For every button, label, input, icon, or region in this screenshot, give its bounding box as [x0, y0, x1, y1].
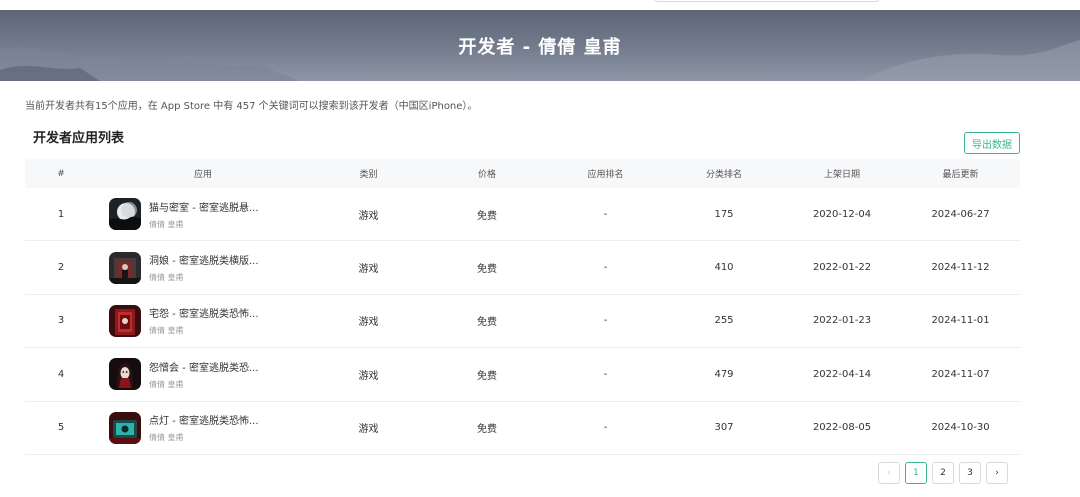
top-bar — [0, 0, 1080, 10]
row-category: 游戏 — [358, 370, 379, 382]
row-category: 游戏 — [358, 317, 379, 329]
prev-page-button[interactable]: ‹ — [878, 462, 900, 484]
pagination: ‹ 1 2 3 › — [878, 462, 1008, 484]
app-cell[interactable]: 宅怨 - 密室逃脱类恐怖... 倩倩 皇甫 — [97, 304, 309, 337]
row-app-rank: - — [603, 422, 608, 434]
column-header-category-rank[interactable]: 分类排名 — [665, 167, 783, 180]
row-index: 5 — [57, 422, 65, 434]
ghost-girl-icon[interactable] — [109, 358, 141, 391]
row-category: 游戏 — [358, 424, 379, 436]
green-lamp-icon[interactable] — [109, 411, 141, 444]
app-developer: 倩倩 皇甫 — [149, 219, 184, 229]
table-header: # 应用 类别 价格 应用排名 分类排名 上架日期 最后更新 — [25, 159, 1020, 188]
row-app-rank: - — [603, 368, 608, 380]
app-cell[interactable]: 怨憎会 - 密室逃脱类恐... 倩倩 皇甫 — [97, 358, 309, 391]
app-cell[interactable]: 猫与密室 - 密室逃脱悬... 倩倩 皇甫 — [97, 198, 309, 231]
page-button-1[interactable]: 1 — [905, 462, 927, 484]
row-release-date: 2022-01-23 — [812, 315, 872, 327]
row-release-date: 2020-12-04 — [812, 208, 872, 220]
row-index: 3 — [57, 315, 65, 327]
column-header-release-date[interactable]: 上架日期 — [783, 167, 901, 180]
row-app-rank: - — [603, 262, 608, 274]
row-category: 游戏 — [358, 210, 379, 222]
row-index: 1 — [57, 208, 65, 220]
table-row[interactable]: 4 怨憎会 - 密室逃脱类恐... 倩倩 皇甫 游戏 免费 - 479 2022… — [25, 348, 1020, 402]
export-data-button[interactable]: 导出数据 — [964, 132, 1020, 154]
row-category: 游戏 — [358, 264, 379, 276]
row-price: 免费 — [477, 210, 497, 222]
search-input[interactable] — [654, 0, 880, 2]
app-name[interactable]: 猫与密室 - 密室逃脱悬... — [149, 199, 259, 214]
developer-summary: 当前开发者共有15个应用，在 App Store 中有 457 个关键词可以搜索… — [25, 101, 478, 112]
column-header-app[interactable]: 应用 — [97, 167, 309, 180]
row-price: 免费 — [477, 317, 497, 329]
column-header-price[interactable]: 价格 — [428, 167, 546, 180]
column-header-category[interactable]: 类别 — [309, 167, 428, 180]
row-price: 免费 — [477, 424, 497, 436]
section-title: 开发者应用列表 — [33, 131, 125, 146]
row-index: 2 — [57, 262, 65, 274]
dark-room-icon[interactable] — [109, 251, 141, 284]
app-table: # 应用 类别 价格 应用排名 分类排名 上架日期 最后更新 1 猫与密室 - … — [25, 159, 1020, 455]
row-last-update: 2024-06-27 — [931, 208, 990, 220]
column-header-app-rank[interactable]: 应用排名 — [546, 167, 665, 180]
row-category-rank: 479 — [714, 368, 734, 380]
row-price: 免费 — [477, 264, 497, 276]
app-name[interactable]: 怨憎会 - 密室逃脱类恐... — [149, 359, 259, 374]
table-row[interactable]: 5 点灯 - 密室逃脱类恐怖... 倩倩 皇甫 游戏 免费 - 307 2022… — [25, 402, 1020, 455]
row-app-rank: - — [603, 315, 608, 327]
row-last-update: 2024-11-07 — [931, 368, 990, 380]
row-category-rank: 255 — [714, 315, 734, 327]
app-name[interactable]: 宅怨 - 密室逃脱类恐怖... — [149, 305, 259, 320]
table-row[interactable]: 2 洞娘 - 密室逃脱类横版... 倩倩 皇甫 游戏 免费 - 410 2022… — [25, 241, 1020, 295]
app-developer: 倩倩 皇甫 — [149, 326, 184, 336]
row-release-date: 2022-04-14 — [812, 368, 872, 380]
row-price: 免费 — [477, 370, 497, 382]
page-title: 开发者 - 倩倩 皇甫 — [458, 36, 622, 58]
red-door-icon[interactable] — [109, 304, 141, 337]
row-category-rank: 410 — [714, 262, 734, 274]
row-release-date: 2022-08-05 — [812, 422, 872, 434]
column-header-last-update[interactable]: 最后更新 — [901, 167, 1020, 180]
page-button-2[interactable]: 2 — [932, 462, 954, 484]
app-name[interactable]: 洞娘 - 密室逃脱类横版... — [149, 252, 259, 267]
row-release-date: 2022-01-22 — [812, 262, 872, 274]
row-last-update: 2024-11-01 — [931, 315, 990, 327]
app-cell[interactable]: 洞娘 - 密室逃脱类横版... 倩倩 皇甫 — [97, 251, 309, 284]
row-app-rank: - — [603, 208, 608, 220]
developer-banner: 开发者 - 倩倩 皇甫 — [0, 10, 1080, 81]
moon-night-icon[interactable] — [109, 198, 141, 231]
row-category-rank: 307 — [714, 422, 734, 434]
app-developer: 倩倩 皇甫 — [149, 433, 184, 443]
row-index: 4 — [57, 368, 65, 380]
column-header-index[interactable]: # — [25, 169, 97, 179]
table-row[interactable]: 1 猫与密室 - 密室逃脱悬... 倩倩 皇甫 游戏 免费 - 175 2020… — [25, 188, 1020, 242]
row-last-update: 2024-11-12 — [931, 262, 990, 274]
app-developer: 倩倩 皇甫 — [149, 379, 184, 389]
app-name[interactable]: 点灯 - 密室逃脱类恐怖... — [149, 412, 259, 427]
next-page-button[interactable]: › — [986, 462, 1008, 484]
page-button-3[interactable]: 3 — [959, 462, 981, 484]
app-cell[interactable]: 点灯 - 密室逃脱类恐怖... 倩倩 皇甫 — [97, 411, 309, 444]
table-row[interactable]: 3 宅怨 - 密室逃脱类恐怖... 倩倩 皇甫 游戏 免费 - 255 2022… — [25, 295, 1020, 349]
row-last-update: 2024-10-30 — [931, 422, 990, 434]
app-developer: 倩倩 皇甫 — [149, 273, 184, 283]
row-category-rank: 175 — [714, 208, 734, 220]
